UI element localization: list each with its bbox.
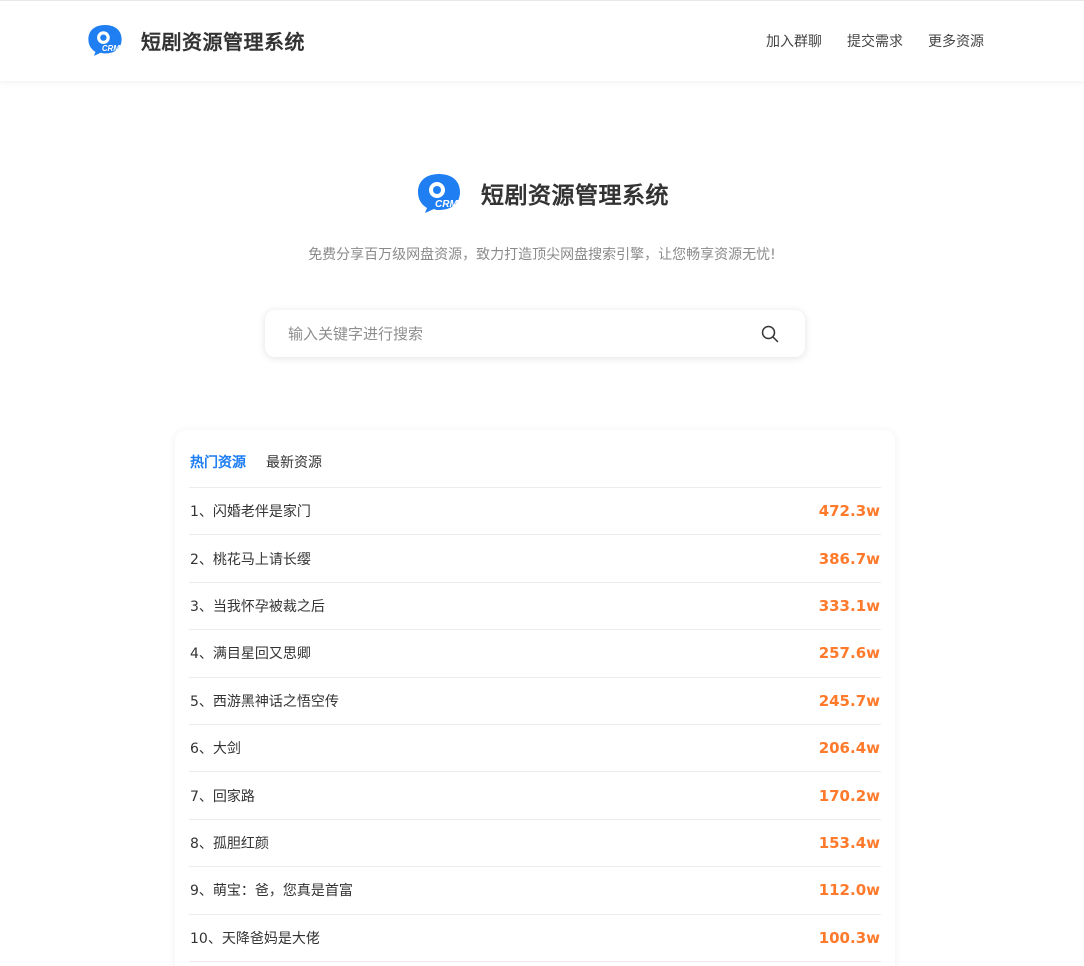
tab-hot-resources[interactable]: 热门资源 (190, 452, 246, 472)
crm-logo-icon: CRM (88, 24, 122, 56)
resource-list: 1、闪婚老伴是家门 472.3w 2、桃花马上请长缨 386.7w 3、当我怀孕被裁… (189, 487, 881, 962)
resource-tabs: 热门资源 最新资源 (190, 452, 342, 472)
tab-latest-resources[interactable]: 最新资源 (266, 452, 322, 472)
list-item[interactable]: 8、孤胆红颜 153.4w (189, 820, 881, 868)
list-item-title: 8、孤胆红颜 (190, 835, 269, 852)
search-box (265, 310, 805, 357)
top-navbar: CRM 短剧资源管理系统 加入群聊 提交需求 更多资源 (0, 0, 1084, 81)
search-input[interactable] (288, 324, 748, 343)
resource-card: 热门资源 最新资源 1、闪婚老伴是家门 472.3w 2、桃花马上请长缨 386.7… (175, 430, 895, 966)
list-item[interactable]: 1、闪婚老伴是家门 472.3w (189, 488, 881, 536)
nav-join-group[interactable]: 加入群聊 (766, 31, 822, 51)
list-item[interactable]: 3、当我怀孕被裁之后 333.1w (189, 583, 881, 631)
list-item[interactable]: 10、天降爸妈是大佬 100.3w (189, 915, 881, 962)
logo-text: CRM (435, 199, 458, 210)
logo-text: CRM (102, 44, 120, 53)
crm-logo-icon: CRM (418, 174, 460, 213)
list-item-views: 206.4w (818, 739, 880, 758)
list-item-title: 10、天降爸妈是大佬 (190, 930, 320, 947)
list-item-title: 7、回家路 (190, 788, 255, 805)
search-icon[interactable] (761, 325, 779, 343)
hero-title: 短剧资源管理系统 (481, 183, 669, 209)
list-item-views: 153.4w (818, 833, 880, 852)
list-item-title: 6、大剑 (190, 741, 241, 758)
list-item-title: 5、西游黑神话之悟空传 (190, 693, 339, 710)
brand[interactable]: CRM 短剧资源管理系统 (86, 23, 305, 57)
list-item-title: 3、当我怀孕被裁之后 (190, 598, 325, 615)
hero-brand: CRM 短剧资源管理系统 (0, 172, 1084, 214)
list-item-views: 257.6w (818, 644, 880, 663)
list-item[interactable]: 4、满目星回又思卿 257.6w (189, 630, 881, 678)
list-item-views: 245.7w (818, 691, 880, 710)
list-item-title: 1、闪婚老伴是家门 (190, 504, 311, 521)
list-item-views: 112.0w (818, 881, 880, 900)
list-item-views: 386.7w (818, 549, 880, 568)
list-item-title: 2、桃花马上请长缨 (190, 551, 311, 568)
list-item[interactable]: 2、桃花马上请长缨 386.7w (189, 535, 881, 583)
list-item[interactable]: 6、大剑 206.4w (189, 725, 881, 773)
list-item[interactable]: 9、萌宝：爸，您真是首富 112.0w (189, 867, 881, 915)
hero-subtitle: 免费分享百万级网盘资源，致力打造顶尖网盘搜索引擎，让您畅享资源无忧! (308, 247, 776, 263)
list-item-title: 4、满目星回又思卿 (190, 646, 311, 663)
top-nav: 加入群聊 提交需求 更多资源 (741, 31, 984, 51)
list-item[interactable]: 7、回家路 170.2w (189, 772, 881, 820)
list-item-views: 170.2w (818, 786, 880, 805)
list-item-views: 100.3w (818, 928, 880, 947)
list-item[interactable]: 5、西游黑神话之悟空传 245.7w (189, 678, 881, 725)
list-item-title: 9、萌宝：爸，您真是首富 (190, 883, 353, 900)
nav-more-resources[interactable]: 更多资源 (928, 31, 984, 51)
list-item-views: 333.1w (818, 596, 880, 615)
list-item-views: 472.3w (818, 502, 880, 521)
nav-submit-request[interactable]: 提交需求 (847, 31, 903, 51)
brand-name: 短剧资源管理系统 (141, 29, 305, 54)
